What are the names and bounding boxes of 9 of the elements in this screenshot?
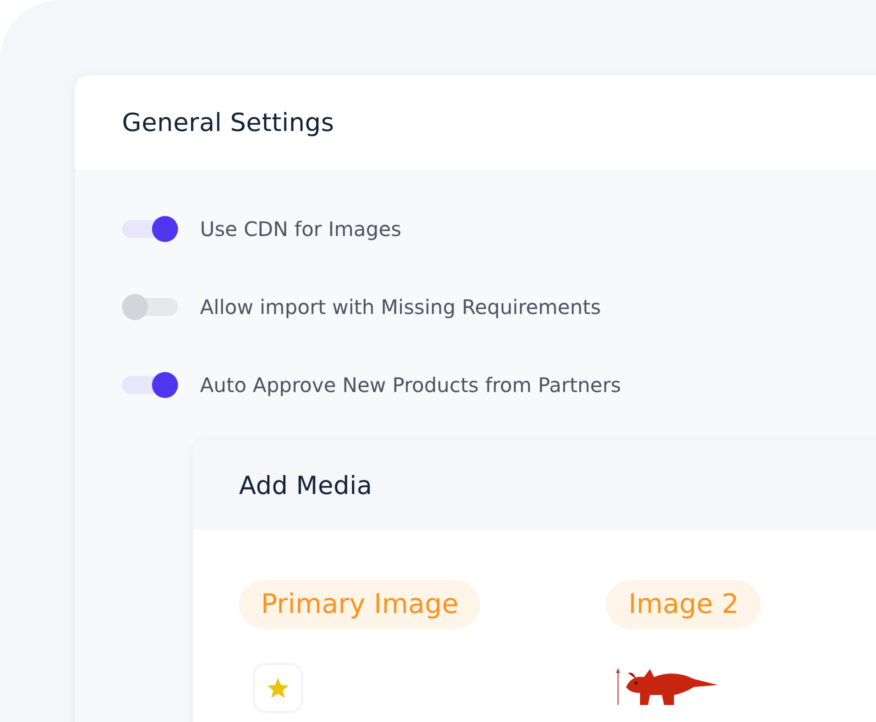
- image-label: Primary Image: [239, 580, 480, 629]
- toggle-label: Use CDN for Images: [200, 217, 402, 241]
- toggle-label: Auto Approve New Products from Partners: [200, 373, 622, 397]
- card-title: General Settings: [122, 108, 334, 137]
- primary-star-button[interactable]: [255, 665, 301, 711]
- card-title: Add Media: [239, 470, 372, 500]
- toggle-label: Allow import with Missing Requirements: [200, 295, 601, 319]
- image-label: Image 2: [606, 580, 761, 629]
- star-icon: [266, 676, 290, 700]
